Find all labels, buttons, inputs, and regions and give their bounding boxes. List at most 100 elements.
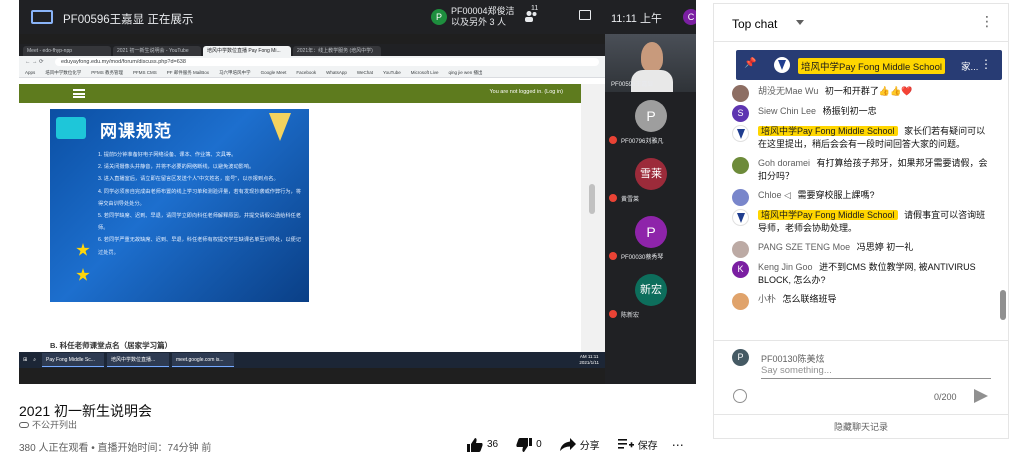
chat-message-list[interactable]: 胡没无Mae Wu 初一和开群了👍👍❤️ S Siew Chin Lee 杨振钊…: [714, 82, 1008, 340]
bookmark[interactable]: Apps: [25, 70, 35, 75]
chat-text: 需要穿校服上課嗎?: [797, 190, 875, 200]
bookmark[interactable]: Google Meet: [261, 70, 287, 75]
participant-tile[interactable]: P PF00796刘雅凡: [605, 92, 696, 148]
browser-nav-icons[interactable]: ← → ⟳: [25, 59, 55, 65]
taskbar-app[interactable]: Pay Fong Middle Sc...: [42, 353, 105, 367]
chat-input[interactable]: Say something...: [761, 363, 991, 379]
bookmark[interactable]: qing jie wen 播出: [449, 70, 483, 76]
bookmark[interactable]: Facebook: [296, 70, 316, 75]
chat-header: Top chat ⋮: [714, 4, 1008, 42]
school-logo-icon: [732, 125, 749, 142]
browser-tab[interactable]: 2021年：线上教学服务 (培风中学): [293, 46, 381, 56]
more-actions-icon[interactable]: ⋯: [672, 438, 684, 452]
participant-camera-tile[interactable]: PF00596王嘉显: [605, 34, 696, 92]
chat-avatar: [732, 293, 749, 310]
scroll-thumb[interactable]: [1000, 290, 1006, 320]
chevron-down-icon[interactable]: [796, 20, 804, 25]
bookmark[interactable]: WeChat: [357, 70, 373, 75]
chat-scrollbar[interactable]: [1000, 64, 1006, 334]
rule-item: 5. 若同学缺席、迟到、早退，请同学立即向科任老师解释原因，并提交请假公函给科任…: [98, 213, 301, 232]
bookmark[interactable]: PFMS CMS: [133, 70, 157, 75]
hide-chat-button[interactable]: 隐藏聊天记录: [714, 414, 1008, 439]
participant-summary: PF00004郑俊洁 以及另外 3 人: [451, 6, 515, 27]
chat-message[interactable]: Chloe ◁ 需要穿校服上課嗎?: [714, 186, 1008, 206]
user-avatar[interactable]: C: [683, 9, 696, 25]
tile-avatar: 新宏: [635, 274, 667, 306]
taskbar-search-icon[interactable]: ⌕: [33, 357, 36, 363]
mic-off-icon: [609, 194, 617, 202]
save-button[interactable]: 保存: [617, 437, 658, 452]
chat-message[interactable]: Goh doramei 有打算给孩子邦牙，如果邦牙需要请假，会扣分吗？: [714, 154, 1008, 186]
participant-tile[interactable]: 雪莱 黄雪莱: [605, 150, 696, 206]
like-button[interactable]: 36: [467, 437, 498, 452]
page-scrollbar[interactable]: [581, 84, 605, 352]
chat-message[interactable]: 小朴 怎么联络班导: [714, 290, 1008, 310]
rule-item: 2. 请关闭摄像头并静音，并将不必要的网络断线，以避免波动影响。: [98, 164, 255, 171]
participant-avatar: P: [431, 9, 447, 25]
chat-avatar: [732, 157, 749, 174]
tile-name: PF00596王嘉显: [611, 82, 654, 88]
rule-item: 4. 同学必须亲自完成由老师布置的线上学习单和测验评量，若有发现抄袭或作弊行为，…: [98, 188, 301, 207]
windows-start-icon[interactable]: ⊞: [23, 357, 27, 363]
address-bar[interactable]: eduyayfong.edu.my/mod/forum/discuss.php?…: [55, 58, 599, 66]
chat-message[interactable]: S Siew Chin Lee 杨振钊初一忠: [714, 102, 1008, 122]
browser-tab[interactable]: Meet - edo-fhyp-npp: [23, 46, 111, 56]
video-actions: 36 0 分享 保存 ⋯: [467, 437, 684, 452]
composer-avatar: P: [732, 349, 749, 366]
taskbar-app[interactable]: 培风中学数位直播...: [107, 353, 170, 367]
meet-chat-icon[interactable]: [579, 10, 591, 20]
scroll-thumb[interactable]: [589, 184, 595, 214]
send-icon[interactable]: [974, 389, 988, 403]
shared-screen: Meet - edo-fhyp-npp 2021 初一新生说明会 - YouTu…: [19, 44, 605, 368]
bookmark[interactable]: Microsoft Live: [411, 70, 439, 75]
meet-presenting-bar: PF00596王嘉显 正在展示 P PF00004郑俊洁 以及另外 3 人 11…: [19, 0, 696, 34]
taskbar-app[interactable]: meet.google.com is...: [172, 353, 235, 367]
view-count: 380 人正在观看 • 直播开始时间：74分钟 前: [19, 443, 212, 454]
bookmark[interactable]: 马六甲培风中学: [219, 70, 251, 76]
hamburger-menu-icon[interactable]: [73, 89, 85, 98]
bookmark[interactable]: PFMS 教务管理: [91, 70, 123, 76]
chat-message[interactable]: K Keng Jin Goo 进不到CMS 数位教学网, 被ANTIVIRUS …: [714, 258, 1008, 290]
video-player[interactable]: PF00596王嘉显 正在展示 P PF00004郑俊洁 以及另外 3 人 11…: [19, 0, 696, 384]
chat-message[interactable]: 胡没无Mae Wu 初一和开群了👍👍❤️: [714, 82, 1008, 102]
tile-name: 黄雪莱: [621, 197, 640, 203]
presenting-text: PF00596王嘉显 正在展示: [63, 14, 194, 26]
bookmark[interactable]: 培风中学数位化学: [45, 70, 81, 76]
thumbs-up-icon: [467, 437, 483, 452]
chat-menu-icon[interactable]: ⋮: [980, 14, 994, 28]
chat-message[interactable]: PANG SZE TENG Moe 冯思婷 初一礼: [714, 238, 1008, 258]
bookmark[interactable]: PF 邮件服务 MailBox: [167, 70, 209, 76]
dislike-button[interactable]: 0: [516, 437, 542, 452]
school-logo-icon: [732, 209, 749, 226]
chat-author: 胡没无Mae Wu: [758, 86, 819, 96]
pinned-menu-icon[interactable]: ⋮: [980, 57, 992, 71]
pinned-message[interactable]: 📌 培风中学Pay Fong Middle School 家... ⋮: [736, 50, 1002, 80]
present-screen-icon: [31, 10, 53, 24]
share-button[interactable]: 分享: [559, 437, 600, 452]
chat-message[interactable]: 培风中学Pay Fong Middle School 家长们若有疑问可以在这里提…: [714, 122, 1008, 154]
browser-urlbar: ← → ⟳ eduyayfong.edu.my/mod/forum/discus…: [19, 56, 605, 68]
bookmark[interactable]: YouTube: [383, 70, 401, 75]
slide-title: 网课规范: [100, 122, 172, 141]
browser-tab-active[interactable]: 培风中学数位直播 Pay Fong Mi...: [203, 46, 291, 56]
participant-tiles: PF00596王嘉显 P PF00796刘雅凡 雪莱 黄雪莱 P PF00030…: [605, 34, 696, 384]
participant-tile[interactable]: 新宏 陈新宏: [605, 266, 696, 322]
bookmark[interactable]: WhatsApp: [326, 70, 347, 75]
mic-off-icon: [609, 310, 617, 318]
live-chat-panel: Top chat ⋮ 📌 培风中学Pay Fong Middle School …: [713, 3, 1009, 439]
chat-author: Siew Chin Lee: [758, 106, 817, 116]
chat-mode-selector[interactable]: Top chat: [732, 17, 777, 31]
tile-name: 陈新宏: [621, 313, 640, 319]
tile-avatar: P: [635, 100, 667, 132]
bookmarks-bar: Apps 培风中学数位化学 PFMS 教务管理 PFMS CMS PF 邮件服务…: [19, 68, 605, 78]
browser-tab[interactable]: 2021 初一新生说明会 - YouTube: [113, 46, 201, 56]
participant-tile[interactable]: P PF00030蔡秀琴: [605, 208, 696, 264]
people-count: 11: [531, 5, 539, 12]
visibility-badge: 不公开列出: [19, 418, 77, 431]
rule-item: 1. 提前5分钟准备好电子网络设备、课本、作业簿、文具等。: [98, 152, 237, 158]
emoji-icon[interactable]: [733, 389, 747, 403]
chat-text: 杨振钊初一忠: [822, 106, 877, 116]
chat-message[interactable]: 培风中学Pay Fong Middle School 请假事宜可以咨询班导师，老…: [714, 206, 1008, 238]
chat-author: 小朴: [758, 294, 777, 304]
login-status[interactable]: You are not logged in. (Log in): [490, 89, 564, 95]
